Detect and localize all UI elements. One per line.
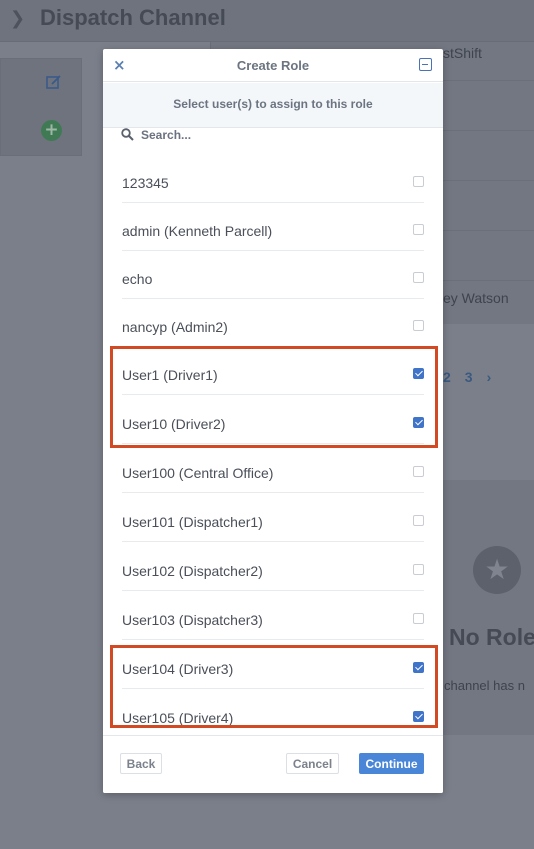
checkbox[interactable] xyxy=(413,466,424,477)
user-list-item[interactable]: echo xyxy=(122,251,424,299)
user-list-item[interactable]: 123345 xyxy=(122,155,424,203)
dialog-subtitle: Select user(s) to assign to this role xyxy=(103,83,443,128)
edit-icon[interactable] xyxy=(45,73,63,91)
search-input[interactable] xyxy=(141,127,421,143)
search-bar xyxy=(103,127,443,148)
user-label: User103 (Dispatcher3) xyxy=(122,612,263,628)
cancel-button[interactable]: Cancel xyxy=(286,753,339,774)
checkbox[interactable] xyxy=(413,320,424,331)
empty-state-text: channel has n xyxy=(444,678,525,693)
pagination: 2 3 › xyxy=(443,369,505,385)
user-list-item[interactable]: User101 (Dispatcher1) xyxy=(122,494,424,542)
search-icon xyxy=(121,128,134,141)
user-label: User102 (Dispatcher2) xyxy=(122,563,263,579)
page-link[interactable]: 3 xyxy=(465,369,473,385)
minimize-icon[interactable] xyxy=(419,58,432,71)
dialog-title: Create Role xyxy=(236,58,310,73)
user-label: 123345 xyxy=(122,175,169,191)
checkbox-checked[interactable] xyxy=(413,662,424,673)
checkbox[interactable] xyxy=(413,272,424,283)
user-label: User104 (Driver3) xyxy=(122,661,234,677)
checkbox[interactable] xyxy=(413,224,424,235)
user-list-item[interactable]: User1 (Driver1) xyxy=(122,347,424,395)
page-title: Dispatch Channel xyxy=(40,5,226,30)
user-label: User100 (Central Office) xyxy=(122,465,274,481)
background-cell-text: stShift xyxy=(443,45,482,61)
back-button[interactable]: Back xyxy=(120,753,162,774)
user-list: 123345 admin (Kenneth Parcell) echo nancyp … xyxy=(103,155,443,735)
chevron-right-icon[interactable]: ❯ xyxy=(10,8,25,29)
user-label: User105 (Driver4) xyxy=(122,710,234,726)
user-list-item[interactable]: nancyp (Admin2) xyxy=(122,299,424,347)
checkbox[interactable] xyxy=(413,613,424,624)
user-list-item[interactable]: admin (Kenneth Parcell) xyxy=(122,203,424,251)
page-link[interactable]: 2 xyxy=(443,369,451,385)
user-list-item[interactable]: User100 (Central Office) xyxy=(122,445,424,493)
add-icon[interactable]: + xyxy=(41,120,62,141)
checkbox[interactable] xyxy=(413,564,424,575)
checkbox-checked[interactable] xyxy=(413,711,424,722)
checkbox-checked[interactable] xyxy=(413,368,424,379)
side-toolbar: + xyxy=(0,58,82,156)
user-list-item[interactable]: User10 (Driver2) xyxy=(122,396,424,444)
background-cell-text: ey Watson xyxy=(443,290,509,306)
user-list-item[interactable]: User103 (Dispatcher3) xyxy=(122,592,424,640)
empty-state-title: No Role xyxy=(449,624,534,650)
user-label: User1 (Driver1) xyxy=(122,367,218,383)
user-label: nancyp (Admin2) xyxy=(122,319,228,335)
user-list-item[interactable]: User105 (Driver4) xyxy=(122,690,424,735)
user-label: echo xyxy=(122,271,153,287)
dialog-footer: Back Cancel Continue xyxy=(103,735,443,793)
user-label: admin (Kenneth Parcell) xyxy=(122,223,273,239)
user-list-item[interactable]: User104 (Driver3) xyxy=(122,641,424,689)
user-list-item[interactable]: User102 (Dispatcher2) xyxy=(122,543,424,591)
dialog-header: × Create Role xyxy=(103,49,443,82)
app-header: ❯ Dispatch Channel xyxy=(0,0,534,42)
checkbox-checked[interactable] xyxy=(413,417,424,428)
star-icon: ★ xyxy=(473,546,521,594)
next-page-icon[interactable]: › xyxy=(487,369,492,385)
checkbox[interactable] xyxy=(413,176,424,187)
continue-button[interactable]: Continue xyxy=(359,753,424,774)
create-role-dialog: × Create Role Select user(s) to assign t… xyxy=(103,49,443,793)
user-label: User101 (Dispatcher1) xyxy=(122,514,263,530)
user-label: User10 (Driver2) xyxy=(122,416,226,432)
checkbox[interactable] xyxy=(413,515,424,526)
